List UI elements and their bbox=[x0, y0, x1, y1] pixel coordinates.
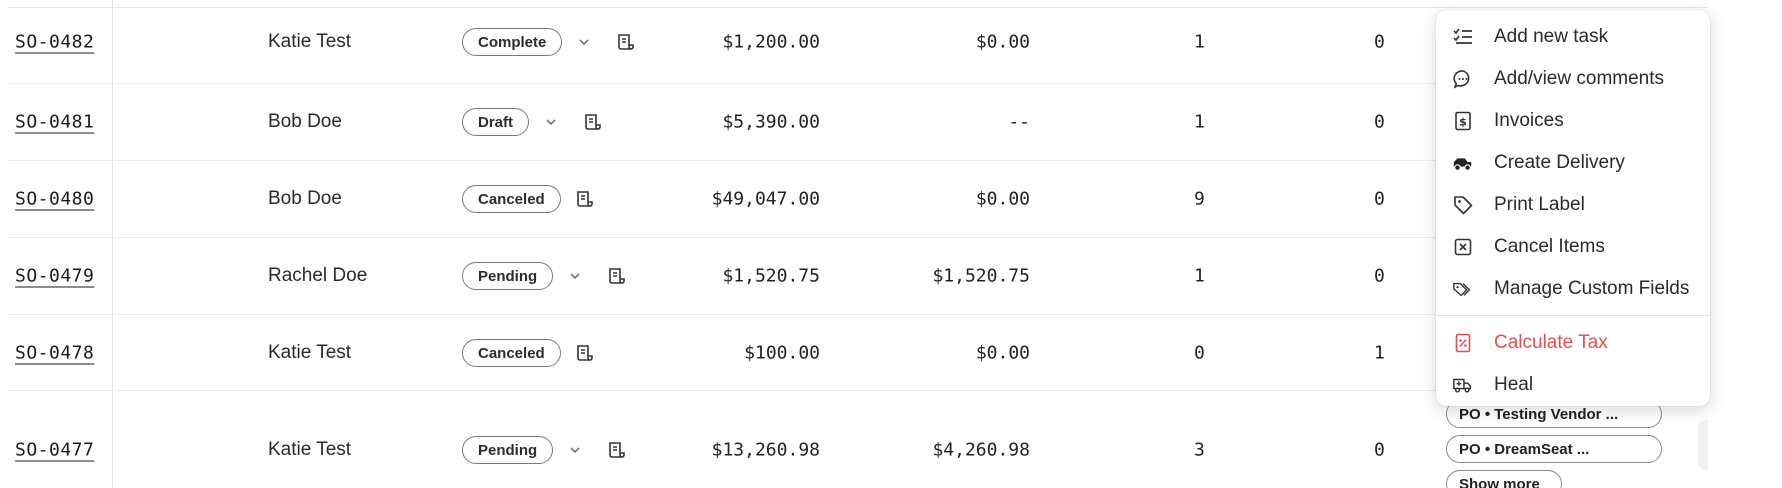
balance-amount: $4,260.98 bbox=[932, 439, 1030, 461]
chevron-down-icon[interactable] bbox=[565, 266, 585, 286]
po-chip-label: PO • Testing Vendor ... bbox=[1459, 405, 1619, 423]
backorder-count: 0 bbox=[1374, 188, 1385, 210]
so-number-link[interactable]: SO-0481 bbox=[15, 112, 94, 133]
menu-item-create-delivery[interactable]: Create Delivery bbox=[1436, 142, 1710, 184]
checklist-icon bbox=[1452, 26, 1474, 48]
menu-item-add-new-task[interactable]: Add new task bbox=[1436, 16, 1710, 58]
item-count: 1 bbox=[1194, 111, 1205, 133]
so-number-link[interactable]: SO-0477 bbox=[15, 440, 94, 461]
receipt-icon[interactable] bbox=[605, 439, 627, 461]
customer-name: Rachel Doe bbox=[268, 265, 368, 286]
menu-item-invoices[interactable]: $ Invoices bbox=[1436, 100, 1710, 142]
balance-amount: $0.00 bbox=[975, 342, 1030, 364]
menu-item-label: Add new task bbox=[1494, 26, 1609, 47]
item-count: 0 bbox=[1194, 342, 1205, 364]
backorder-count: 0 bbox=[1374, 111, 1385, 133]
status-badge: Draft bbox=[462, 108, 530, 136]
receipt-icon[interactable] bbox=[581, 111, 603, 133]
menu-item-label: Heal bbox=[1494, 374, 1534, 395]
balance-amount: -- bbox=[1008, 111, 1030, 133]
status-group: Pending bbox=[462, 262, 627, 290]
menu-item-label: Add/view comments bbox=[1494, 68, 1665, 89]
row-actions-menu: Add new task Add/view comments $ Invoice… bbox=[1436, 10, 1710, 406]
menu-item-label: Create Delivery bbox=[1494, 152, 1625, 173]
status-badge: Canceled bbox=[462, 185, 561, 213]
receipt-icon[interactable] bbox=[573, 188, 595, 210]
backorder-count: 0 bbox=[1374, 439, 1385, 461]
so-number-link[interactable]: SO-0479 bbox=[15, 266, 94, 287]
menu-item-add-view-comments[interactable]: Add/view comments bbox=[1436, 58, 1710, 100]
balance-amount: $1,520.75 bbox=[932, 265, 1030, 287]
show-more-button[interactable]: Show more bbox=[1446, 470, 1562, 488]
po-chip-label: PO • DreamSeat ... bbox=[1459, 440, 1590, 458]
receipt-icon[interactable] bbox=[573, 342, 595, 364]
menu-item-heal[interactable]: Heal bbox=[1436, 364, 1710, 406]
menu-item-print-label[interactable]: Print Label bbox=[1436, 184, 1710, 226]
menu-item-label: Manage Custom Fields bbox=[1494, 278, 1690, 299]
menu-divider bbox=[1436, 315, 1710, 316]
customer-name: Katie Test bbox=[268, 342, 352, 363]
show-more-label: Show more bbox=[1459, 475, 1540, 488]
tag-icon bbox=[1452, 194, 1474, 216]
receipt-icon[interactable] bbox=[614, 31, 636, 53]
truck-icon bbox=[1452, 152, 1474, 174]
item-count: 9 bbox=[1194, 188, 1205, 210]
tax-icon bbox=[1452, 332, 1474, 354]
so-number-link[interactable]: SO-0478 bbox=[15, 343, 94, 364]
order-amount: $100.00 bbox=[744, 342, 820, 364]
chevron-down-icon[interactable] bbox=[541, 112, 561, 132]
invoice-icon: $ bbox=[1452, 110, 1474, 132]
chevron-down-icon[interactable] bbox=[574, 32, 594, 52]
tags-icon bbox=[1452, 278, 1474, 300]
balance-amount: $0.00 bbox=[975, 31, 1030, 53]
menu-item-label: Print Label bbox=[1494, 194, 1585, 215]
status-group: Complete bbox=[462, 28, 636, 56]
backorder-count: 0 bbox=[1374, 31, 1385, 53]
status-badge: Pending bbox=[462, 262, 554, 290]
comment-icon bbox=[1452, 68, 1474, 90]
balance-amount: $0.00 bbox=[975, 188, 1030, 210]
item-count: 1 bbox=[1194, 265, 1205, 287]
status-group: Pending bbox=[462, 436, 627, 464]
so-number-link[interactable]: SO-0480 bbox=[15, 189, 94, 210]
order-amount: $1,200.00 bbox=[722, 31, 820, 53]
status-badge: Complete bbox=[462, 28, 563, 56]
status-group: Canceled bbox=[462, 339, 595, 367]
customer-name: Bob Doe bbox=[268, 111, 342, 132]
status-group: Draft bbox=[462, 108, 603, 136]
customer-name: Bob Doe bbox=[268, 188, 342, 209]
order-amount: $5,390.00 bbox=[722, 111, 820, 133]
status-badge: Pending bbox=[462, 436, 554, 464]
customer-name: Katie Test bbox=[268, 31, 352, 52]
heal-truck-icon bbox=[1452, 374, 1474, 396]
svg-text:$: $ bbox=[1459, 116, 1467, 129]
status-badge: Canceled bbox=[462, 339, 561, 367]
menu-item-label: Calculate Tax bbox=[1494, 332, 1608, 353]
item-count: 1 bbox=[1194, 31, 1205, 53]
menu-item-label: Cancel Items bbox=[1494, 236, 1605, 257]
so-number-link[interactable]: SO-0482 bbox=[15, 32, 94, 53]
cancel-box-icon bbox=[1452, 236, 1474, 258]
row-actions-button[interactable] bbox=[1698, 420, 1708, 470]
order-amount: $49,047.00 bbox=[711, 188, 820, 210]
menu-item-manage-custom-fields[interactable]: Manage Custom Fields bbox=[1436, 268, 1710, 310]
menu-item-cancel-items[interactable]: Cancel Items bbox=[1436, 226, 1710, 268]
po-chip[interactable]: PO • DreamSeat ... bbox=[1446, 435, 1662, 463]
customer-name: Katie Test bbox=[268, 439, 352, 460]
chevron-down-icon[interactable] bbox=[565, 440, 585, 460]
receipt-icon[interactable] bbox=[605, 265, 627, 287]
item-count: 3 bbox=[1194, 439, 1205, 461]
order-amount: $13,260.98 bbox=[711, 439, 820, 461]
order-amount: $1,520.75 bbox=[722, 265, 820, 287]
menu-item-calculate-tax[interactable]: Calculate Tax bbox=[1436, 322, 1710, 364]
backorder-count: 0 bbox=[1374, 265, 1385, 287]
status-group: Canceled bbox=[462, 185, 595, 213]
backorder-count: 1 bbox=[1374, 342, 1385, 364]
menu-item-label: Invoices bbox=[1494, 110, 1564, 131]
